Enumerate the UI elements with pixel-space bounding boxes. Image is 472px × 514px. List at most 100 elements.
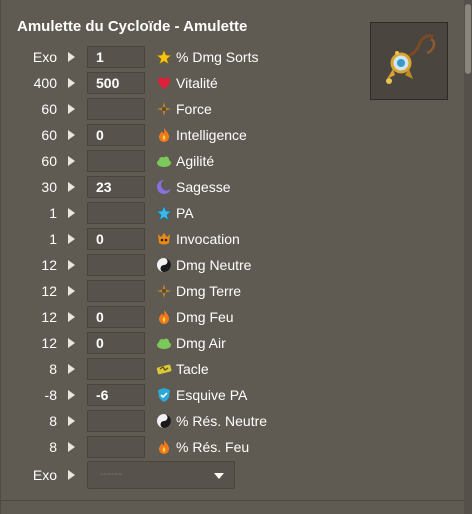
stat-base-value: 12 [41,257,57,273]
exo-row-base: Exo [32,467,57,483]
stat-label: Esquive PA [176,387,248,403]
stat-base-value: 60 [41,153,57,169]
stat-row: 1 PA [1,200,301,226]
stat-input-esquive-pa[interactable]: -6 [87,384,145,406]
stat-base-value: 8 [49,361,57,377]
item-panel: Amulette du Cycloïde - Amulette Exo 1 % … [0,0,472,514]
strength-icon [156,283,172,299]
stat-base-value: 30 [41,179,57,195]
fire-icon [156,127,172,143]
stat-row: 8 % Rés. Feu [1,434,301,460]
shield-icon [156,387,172,403]
stat-base-value: 12 [41,283,57,299]
item-image-frame [370,22,448,100]
stat-row: 8 % Rés. Neutre [1,408,301,434]
cloud-icon [156,335,172,351]
stat-label: Tacle [176,361,209,377]
expand-arrow-icon[interactable] [68,416,75,426]
expand-arrow-icon[interactable] [68,52,75,62]
stat-input-dmg-neutre[interactable] [87,254,145,276]
stat-row: Exo 1 % Dmg Sorts [1,44,301,70]
stat-input-dmg-terre[interactable] [87,280,145,302]
stat-input-tacle[interactable] [87,358,145,380]
stat-label: Dmg Neutre [176,257,252,273]
stat-label: Vitalité [176,75,218,91]
stat-input-dmg-air[interactable]: 0 [87,332,145,354]
expand-arrow-icon[interactable] [68,182,75,192]
expand-arrow-icon[interactable] [68,104,75,114]
expand-arrow-icon[interactable] [68,312,75,322]
expand-arrow-icon[interactable] [68,338,75,348]
stat-row: 30 23 Sagesse [1,174,301,200]
stat-base-value: 1 [49,231,57,247]
stat-label: Dmg Feu [176,309,234,325]
stat-base-value: 60 [41,127,57,143]
stat-input-agilit[interactable] [87,150,145,172]
stat-label: Sagesse [176,179,231,195]
stat-row: 1 0 Invocation [1,226,301,252]
stat-row: 12 0 Dmg Air [1,330,301,356]
expand-arrow-icon[interactable] [68,130,75,140]
star-blue-icon [156,205,172,221]
stat-input-invocation[interactable]: 0 [87,228,145,250]
item-title: Amulette du Cycloïde - Amulette [17,18,248,35]
stat-row: 60 Agilité [1,148,301,174]
stat-input-r-s-neutre[interactable] [87,410,145,432]
exo-select[interactable]: ------ [87,461,235,489]
stat-base-value: 8 [49,439,57,455]
stat-row: 60 0 Intelligence [1,122,301,148]
stat-row: -8 -6 Esquive PA [1,382,301,408]
expand-arrow-icon[interactable] [68,156,75,166]
stat-base-value: 60 [41,101,57,117]
expand-arrow-icon[interactable] [68,470,75,480]
stat-input-r-s-feu[interactable] [87,436,145,458]
invocation-icon [156,231,172,247]
scrollbar-thumb[interactable] [465,4,471,74]
expand-arrow-icon[interactable] [68,260,75,270]
yin-yang-icon [156,257,172,273]
stat-row: 12 Dmg Neutre [1,252,301,278]
expand-arrow-icon[interactable] [68,286,75,296]
divider [1,500,465,501]
expand-arrow-icon[interactable] [68,390,75,400]
strength-icon [156,101,172,117]
stat-input-pa[interactable] [87,202,145,224]
stat-input-intelligence[interactable]: 0 [87,124,145,146]
scrollbar[interactable] [464,0,472,514]
stat-label: % Rés. Feu [176,439,250,455]
stat-base-value: -8 [44,387,57,403]
star-icon [156,49,172,65]
stat-label: Intelligence [176,127,247,143]
tackle-icon [156,361,172,377]
stat-row: 12 Dmg Terre [1,278,301,304]
stat-label: % Rés. Neutre [176,413,268,429]
stat-input-dmg-sorts[interactable]: 1 [87,46,145,68]
heart-icon [156,75,172,91]
expand-arrow-icon[interactable] [68,78,75,88]
stat-input-sagesse[interactable]: 23 [87,176,145,198]
stat-input-force[interactable] [87,98,145,120]
fire-icon [156,309,172,325]
cloud-icon [156,153,172,169]
stat-base-value: 12 [41,309,57,325]
moon-icon [156,179,172,195]
expand-arrow-icon[interactable] [68,208,75,218]
expand-arrow-icon[interactable] [68,234,75,244]
stat-input-vitalit[interactable]: 500 [87,72,145,94]
expand-arrow-icon[interactable] [68,442,75,452]
stat-base-value: 12 [41,335,57,351]
stat-base-value: Exo [32,49,57,65]
stat-base-value: 1 [49,205,57,221]
stat-label: Force [176,101,212,117]
stat-row: 12 0 Dmg Feu [1,304,301,330]
stat-label: Dmg Terre [176,283,242,299]
stat-row: 60 Force [1,96,301,122]
stat-label: % Dmg Sorts [176,49,259,65]
stat-row: 8 Tacle [1,356,301,382]
expand-arrow-icon[interactable] [68,364,75,374]
exo-row: Exo ------ [1,461,301,489]
amulet-icon [386,34,436,84]
yin-yang-icon [156,413,172,429]
stat-input-dmg-feu[interactable]: 0 [87,306,145,328]
stat-label: Dmg Air [176,335,226,351]
